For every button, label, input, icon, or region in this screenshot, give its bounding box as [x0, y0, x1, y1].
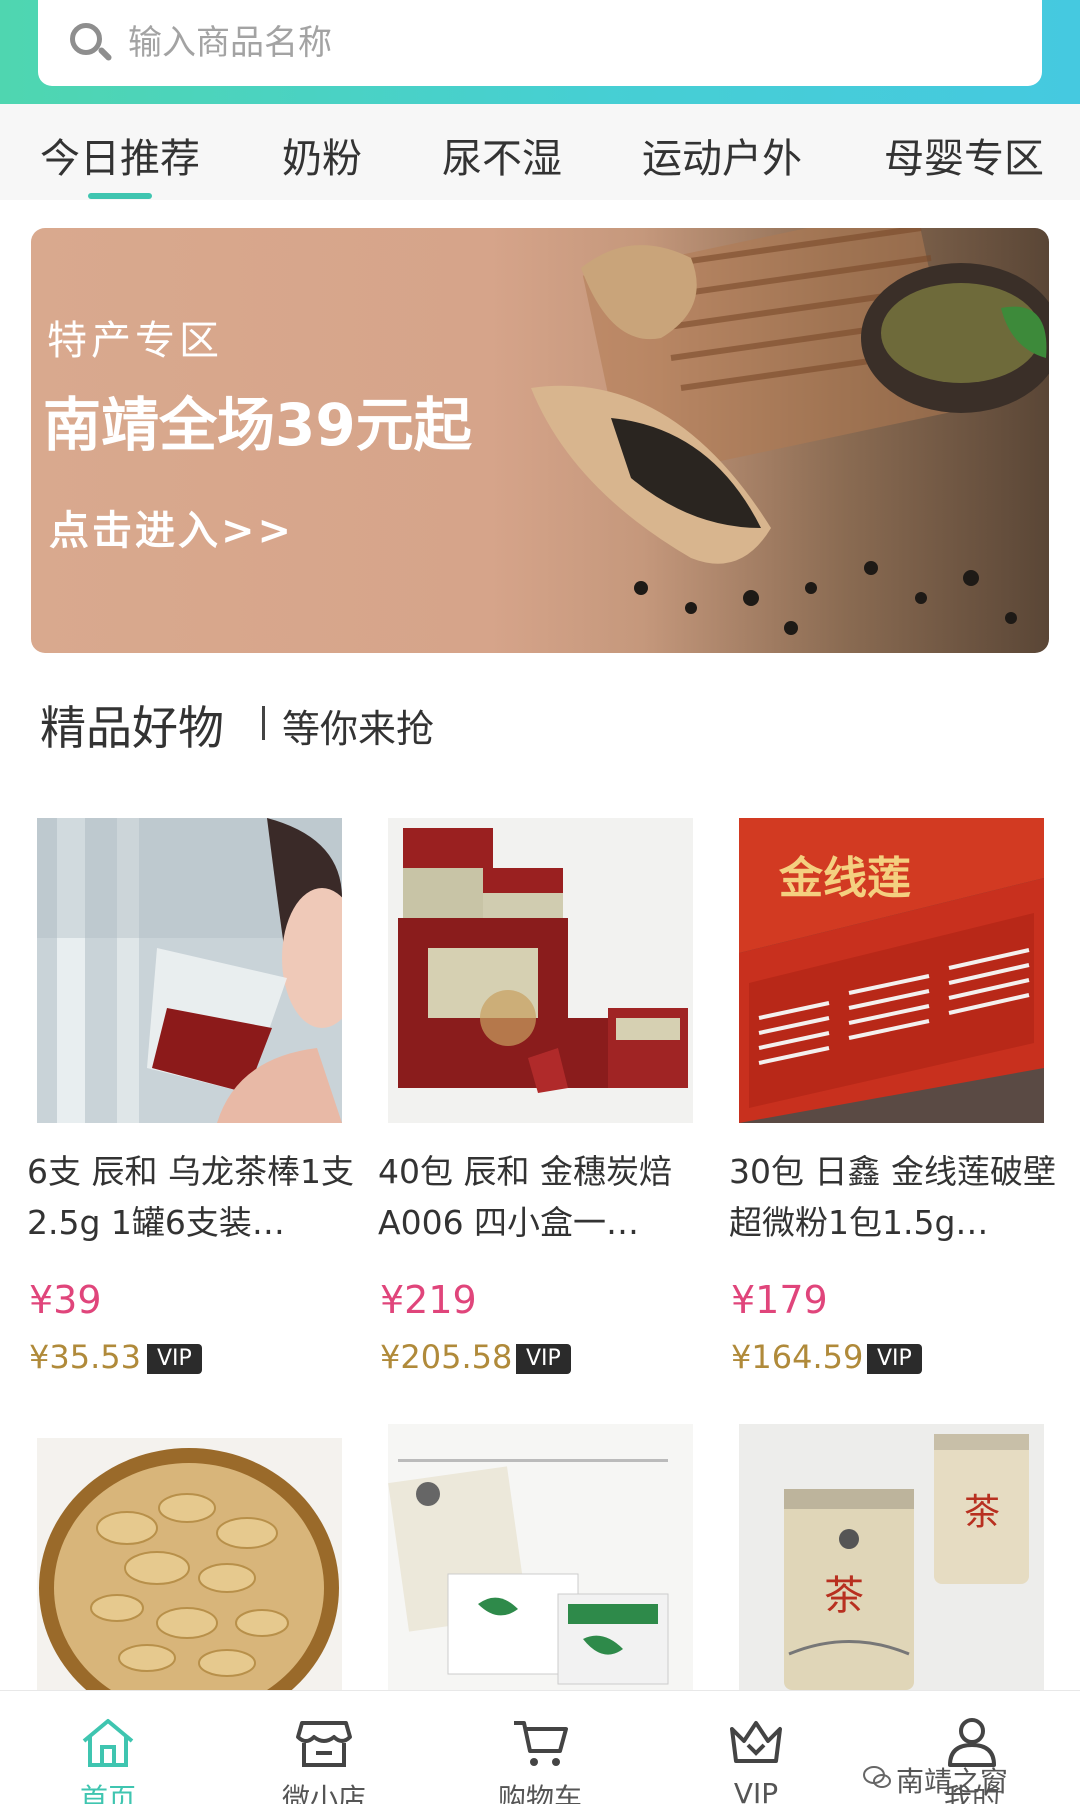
product-price: ¥39: [29, 1278, 102, 1322]
banner-headline: 南靖全场39元起: [43, 391, 472, 459]
watermark-text: 南靖之窗: [896, 1765, 1009, 1798]
active-tab-indicator: [88, 193, 152, 199]
section-title: 精品好物: [40, 701, 224, 755]
tab-milk-powder[interactable]: 奶粉: [282, 126, 362, 184]
wechat-watermark-icon: [863, 1766, 891, 1788]
tab-today-recommend[interactable]: 今日推荐: [40, 126, 200, 184]
search-icon: [66, 19, 114, 67]
product-image-tea-cans: 茶 茶: [739, 1424, 1044, 1690]
nav-cart[interactable]: 购物车: [480, 1691, 600, 1804]
product-image-tea-gift-box: [388, 818, 693, 1123]
product-vip-price: ¥164.59: [731, 1338, 864, 1376]
product-vip-price: ¥35.53: [29, 1338, 141, 1376]
search-box[interactable]: [38, 0, 1042, 86]
product-name: 30包 日鑫 金线莲破壁超微粉1包1.5g…: [729, 1152, 1056, 1242]
svg-text:茶: 茶: [964, 1492, 1000, 1533]
product-name: 40包 辰和 金穗炭焙A006 四小盒一…: [378, 1152, 672, 1242]
category-tabs: 今日推荐 奶粉 尿不湿 运动户外 母婴专区: [0, 104, 1080, 200]
header-bar: [0, 0, 1080, 104]
section-divider: [262, 706, 265, 740]
promo-banner[interactable]: 特产专区 南靖全场39元起 点击进入>>: [31, 228, 1049, 653]
nav-shop[interactable]: 微小店: [264, 1691, 384, 1804]
nav-home[interactable]: 首页: [48, 1691, 168, 1804]
section-subtitle: 等你来抢: [282, 707, 435, 751]
product-image-tea-packages: [388, 1424, 693, 1690]
product-image-jinxianlian-box: 金线莲: [739, 818, 1044, 1123]
svg-text:茶: 茶: [824, 1573, 864, 1619]
nav-vip-label: VIP: [733, 1777, 779, 1804]
crown-icon: [730, 1721, 782, 1763]
nav-shop-label: 微小店: [281, 1782, 366, 1804]
shop-icon: [296, 1721, 352, 1767]
product-image-oolong-tea: [37, 818, 342, 1123]
svg-text:金线莲: 金线莲: [778, 853, 911, 904]
product-price: ¥179: [731, 1278, 828, 1322]
product-price: ¥219: [380, 1278, 477, 1322]
banner-cta[interactable]: 点击进入>>: [49, 498, 294, 556]
tab-sports-outdoor[interactable]: 运动户外: [642, 126, 802, 184]
nav-home-label: 首页: [79, 1782, 136, 1804]
tea-scoop-image: [531, 228, 1049, 635]
search-input[interactable]: [128, 23, 928, 63]
vip-badge: VIP: [147, 1344, 202, 1374]
product-image-dried-slices: [37, 1438, 342, 1690]
banner-title: 特产专区: [47, 318, 223, 364]
tab-mother-baby[interactable]: 母婴专区: [884, 126, 1044, 184]
nav-cart-label: 购物车: [497, 1782, 582, 1804]
vip-badge: VIP: [867, 1344, 922, 1374]
tab-diapers[interactable]: 尿不湿: [442, 126, 562, 184]
nav-vip[interactable]: VIP: [696, 1691, 816, 1804]
home-icon: [82, 1719, 134, 1767]
cart-icon: [514, 1721, 568, 1766]
vip-badge: VIP: [516, 1344, 571, 1374]
product-vip-price: ¥205.58: [380, 1338, 513, 1376]
product-name: 6支 辰和 乌龙茶棒1支2.5g 1罐6支装…: [27, 1152, 354, 1242]
